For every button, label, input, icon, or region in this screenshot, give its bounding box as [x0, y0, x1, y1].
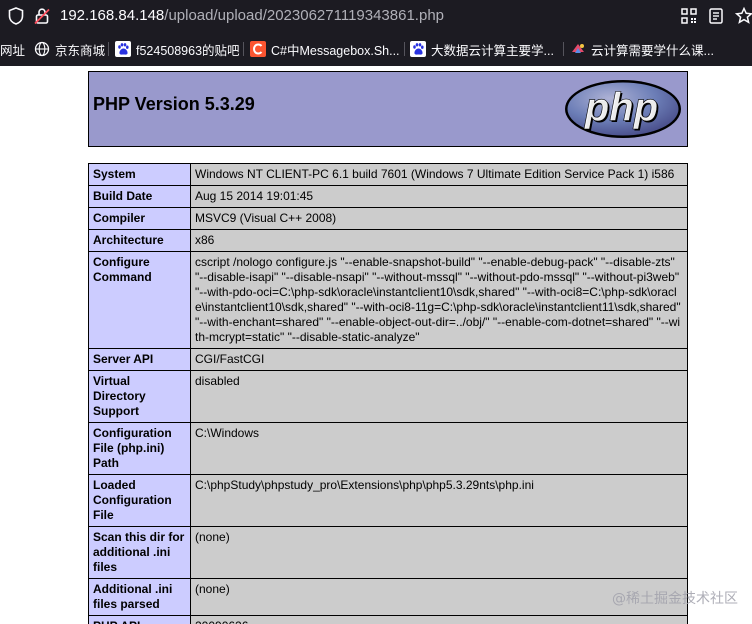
bookmark-wangzhi[interactable]: 网址	[0, 40, 25, 58]
row-value: 20090626	[190, 615, 688, 624]
row-key: Architecture	[88, 229, 191, 252]
row-key: Configuration File (php.ini) Path	[88, 422, 191, 475]
table-row: Additional .ini files parsed (none)	[88, 578, 688, 616]
row-value: x86	[190, 229, 688, 252]
row-key: Additional .ini files parsed	[88, 578, 191, 616]
browser-chrome: 192.168.84.148/upload/upload/20230627111…	[0, 0, 752, 66]
row-key: Server API	[88, 348, 191, 371]
table-row: Architecture x86	[88, 229, 688, 252]
row-value: C:\Windows	[190, 422, 688, 475]
bookmark-star-icon[interactable]	[734, 6, 752, 26]
table-row: Scan this dir for additional .ini files(…	[88, 526, 688, 579]
reader-view-icon[interactable]	[706, 6, 726, 26]
php-logo-text-front: php	[584, 86, 658, 130]
baidu-paw-icon	[115, 41, 131, 57]
row-key: Loaded Configuration File	[88, 474, 191, 527]
row-value: C:\phpStudy\phpstudy_pro\Extensions\php\…	[190, 474, 688, 527]
row-value: cscript /nologo configure.js "--enable-s…	[190, 251, 688, 349]
row-value: CGI/FastCGI	[190, 348, 688, 371]
bookmark-label: 大数据云计算主要学...	[431, 43, 554, 58]
url-host: 192.168.84.148	[60, 7, 165, 24]
table-row: Configuration File (php.ini) Path C:\Wind…	[88, 422, 688, 475]
web-app-icon	[570, 41, 586, 57]
row-value: disabled	[190, 370, 688, 423]
row-key: Virtual Directory Support	[88, 370, 191, 423]
url-path: /upload/upload/202306271119343861.php	[164, 7, 445, 24]
bookmark-divider	[404, 42, 405, 56]
bookmarks-bar: 网址 京东商城 f524508963的贴吧 C#中Messagebox.Sh..…	[0, 32, 752, 66]
insecure-lock-icon[interactable]	[32, 6, 52, 26]
url-text[interactable]: 192.168.84.148/upload/upload/20230627111…	[60, 6, 444, 26]
bookmark-divider	[243, 42, 244, 56]
page-title: PHP Version 5.3.29	[93, 94, 255, 114]
row-value: (none)	[190, 526, 688, 579]
bookmark-cloud[interactable]: 云计算需要学什么课...	[570, 40, 714, 58]
bookmark-label: 网址	[0, 43, 26, 58]
php-info-table: System Windows NT CLIENT-PC 6.1 build 760…	[88, 163, 688, 624]
bookmark-label: C#中Messagebox.Sh...	[271, 43, 400, 58]
table-row: Build Date Aug 15 2014 19:01:45	[88, 185, 688, 208]
shield-icon[interactable]	[6, 6, 26, 26]
table-row: Server API CGI/FastCGI	[88, 348, 688, 371]
qr-code-icon[interactable]	[679, 6, 699, 26]
bookmark-jd[interactable]: 京东商城	[34, 40, 105, 58]
bookmark-tieba[interactable]: f524508963的贴吧	[115, 40, 240, 58]
table-row: Loaded Configuration File C:\phpStudy\php…	[88, 474, 688, 527]
csdn-c-icon	[250, 41, 266, 57]
row-key: Compiler	[88, 207, 191, 230]
table-row: Virtual Directory Support disabled	[88, 370, 688, 423]
bookmark-label: 云计算需要学什么课...	[591, 43, 714, 58]
bookmark-label: 京东商城	[55, 43, 106, 58]
table-row: PHP API20090626	[88, 615, 688, 624]
row-key: Configure Command	[88, 251, 191, 349]
row-key: Scan this dir for additional .ini files	[88, 526, 191, 579]
bookmark-bigdata[interactable]: 大数据云计算主要学...	[410, 40, 554, 58]
baidu-paw-icon	[410, 41, 426, 57]
php-version-header: PHP Version 5.3.29 php php	[88, 71, 688, 147]
row-key: Build Date	[88, 185, 191, 208]
php-logo[interactable]: php php	[563, 78, 683, 140]
row-key: System	[88, 163, 191, 186]
watermark: @稀土掘金技术社区	[612, 591, 738, 607]
table-row: Compiler MSVC9 (Visual C++ 2008)	[88, 207, 688, 230]
url-bar[interactable]: 192.168.84.148/upload/upload/20230627111…	[0, 0, 752, 32]
row-value: Aug 15 2014 19:01:45	[190, 185, 688, 208]
bookmark-label: f524508963的贴吧	[136, 43, 240, 58]
page-content: PHP Version 5.3.29 php php System Windows…	[0, 66, 752, 624]
bookmark-divider	[563, 42, 564, 56]
table-row: Configure Command cscript /nologo configu…	[88, 251, 688, 349]
row-value: MSVC9 (Visual C++ 2008)	[190, 207, 688, 230]
row-value: Windows NT CLIENT-PC 6.1 build 7601 (Win…	[190, 163, 688, 186]
row-key: PHP API	[88, 615, 191, 624]
table-row: System Windows NT CLIENT-PC 6.1 build 760…	[88, 163, 688, 186]
bookmark-messagebox[interactable]: C#中Messagebox.Sh...	[250, 40, 400, 58]
globe-icon	[34, 41, 50, 57]
bookmark-divider	[108, 42, 109, 56]
